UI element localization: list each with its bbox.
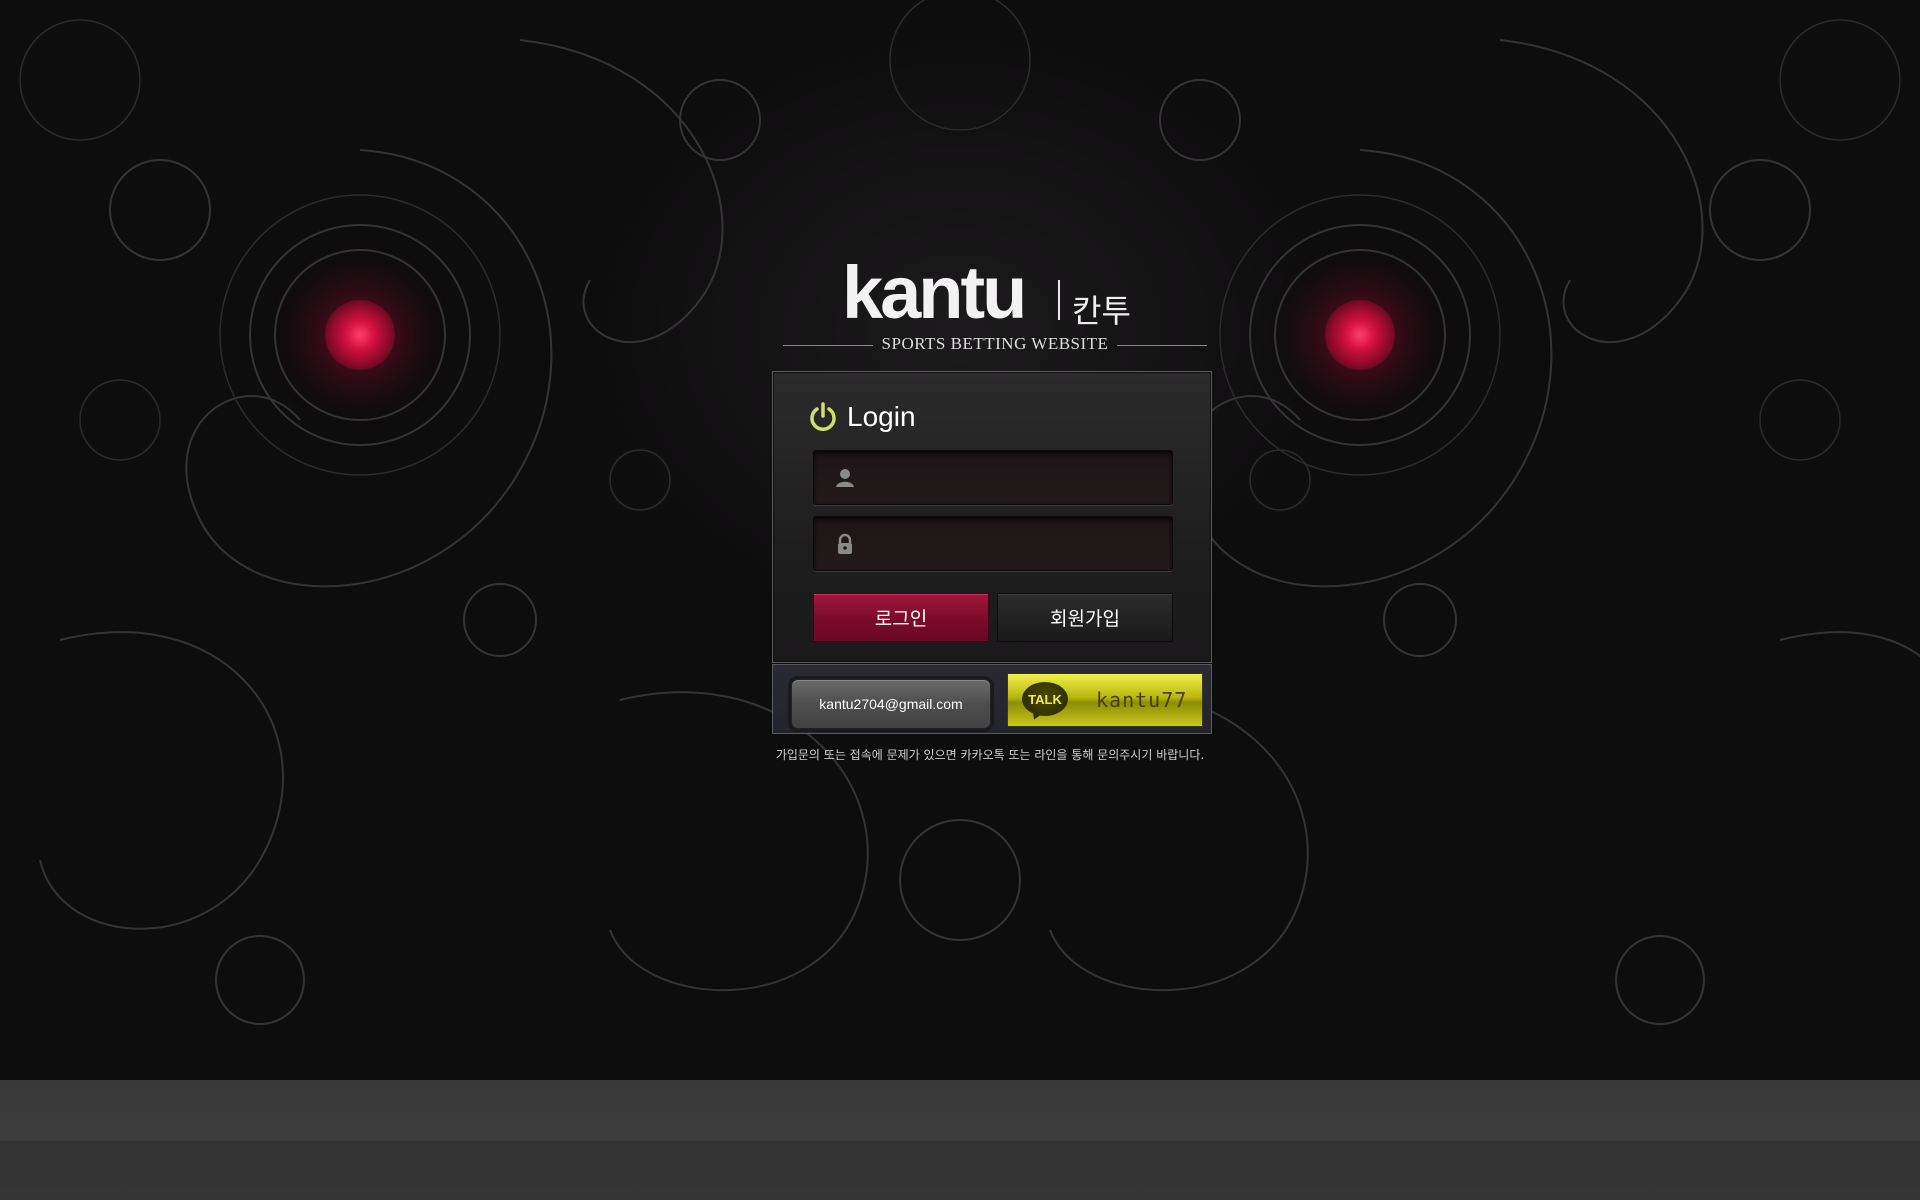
kakaotalk-id: kantu77: [1096, 688, 1188, 712]
login-panel: Login 로그인 회원가입: [772, 371, 1212, 663]
talk-icon: TALK: [1022, 682, 1068, 716]
power-icon: [810, 402, 836, 431]
username-field[interactable]: [813, 450, 1173, 506]
kakaotalk-button[interactable]: TALK kantu77: [1007, 673, 1203, 727]
login-header: Login: [807, 400, 916, 434]
login-button[interactable]: 로그인: [813, 593, 989, 642]
logo-tagline: SPORTS BETTING WEBSITE: [881, 334, 1109, 353]
email-contact-button[interactable]: kantu2704@gmail.com: [791, 679, 991, 729]
site-logo[interactable]: kantu 칸투 SPORTS BETTING WEBSITE: [780, 251, 1210, 358]
username-input[interactable]: [866, 451, 1165, 506]
user-icon: [836, 469, 854, 487]
lock-icon: [838, 533, 852, 554]
logo-brand: kantu: [842, 251, 1027, 334]
logo-korean: 칸투: [1072, 292, 1131, 330]
decorative-red-orb-left: [325, 300, 395, 370]
password-field[interactable]: [813, 516, 1173, 572]
contact-notice: 가입문의 또는 접속에 문제가 있으면 카카오톡 또는 라인을 통해 문의주시기…: [775, 748, 1205, 762]
logo-divider: [1058, 280, 1060, 320]
login-title: Login: [847, 401, 916, 432]
password-input[interactable]: [866, 517, 1165, 572]
contact-bar: kantu2704@gmail.com TALK kantu77: [772, 664, 1212, 734]
join-button[interactable]: 회원가입: [997, 593, 1173, 642]
page-footer-floor: [0, 1080, 1920, 1200]
decorative-red-orb-right: [1325, 300, 1395, 370]
